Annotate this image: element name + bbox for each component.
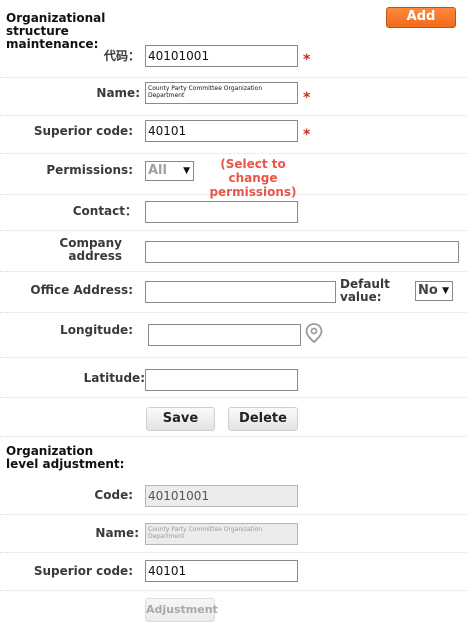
adjust-name-input: County Party Committee Organization Depa…	[145, 523, 298, 545]
default-value-label: Default value:	[340, 277, 390, 304]
adjust-superior-code-input[interactable]: 40101	[145, 560, 298, 582]
superior-code-label: Superior code:	[33, 124, 133, 138]
code-input[interactable]: 40101001	[145, 45, 298, 67]
contact-input[interactable]	[145, 201, 298, 223]
office-address-label: Office Address:	[30, 283, 133, 297]
company-address-label: Company address	[59, 236, 122, 263]
required-mark: *	[303, 52, 311, 68]
default-value-selected: No	[418, 283, 438, 298]
add-button[interactable]: Add	[386, 7, 456, 28]
permissions-hint: (Select to change permissions)	[209, 157, 297, 199]
section-divider	[0, 436, 468, 437]
office-address-input[interactable]	[145, 281, 336, 303]
permissions-label: Permissions:	[46, 163, 133, 177]
dropdown-arrow-icon: ▼	[442, 286, 449, 296]
adjust-name-label: Name:	[95, 526, 139, 540]
company-address-input[interactable]	[145, 241, 459, 263]
permissions-selected-value: All	[148, 163, 167, 178]
dropdown-arrow-icon: ▼	[183, 166, 190, 176]
superior-code-input[interactable]: 40101	[145, 120, 298, 142]
required-mark: *	[303, 90, 311, 106]
required-mark: *	[303, 127, 311, 143]
section-title-level-adjustment: Organization level adjustment:	[6, 444, 125, 471]
permissions-select[interactable]: All ▼	[145, 161, 194, 181]
name-label: Name:	[96, 86, 140, 100]
adjustment-button[interactable]: Adjustment	[145, 598, 218, 622]
contact-label: Contact：	[72, 204, 137, 218]
delete-button[interactable]: Delete	[228, 407, 298, 431]
adjust-code-label: Code:	[94, 488, 133, 502]
adjust-code-input: 40101001	[145, 485, 298, 507]
code-label: 代码：	[103, 49, 140, 63]
adjust-superior-code-label: Superior code:	[33, 564, 133, 578]
name-input[interactable]: County Party Committee Organization Depa…	[145, 82, 298, 104]
latitude-label: Latitude:	[83, 371, 145, 385]
location-pin-icon[interactable]	[305, 323, 323, 343]
default-value-select[interactable]: No ▼	[415, 281, 453, 301]
longitude-input[interactable]	[148, 324, 301, 346]
org-structure-page: Organizational structure maintenance: Ad…	[0, 0, 468, 628]
latitude-input[interactable]	[145, 369, 298, 391]
save-button[interactable]: Save	[146, 407, 215, 431]
longitude-label: Longitude:	[60, 323, 133, 337]
